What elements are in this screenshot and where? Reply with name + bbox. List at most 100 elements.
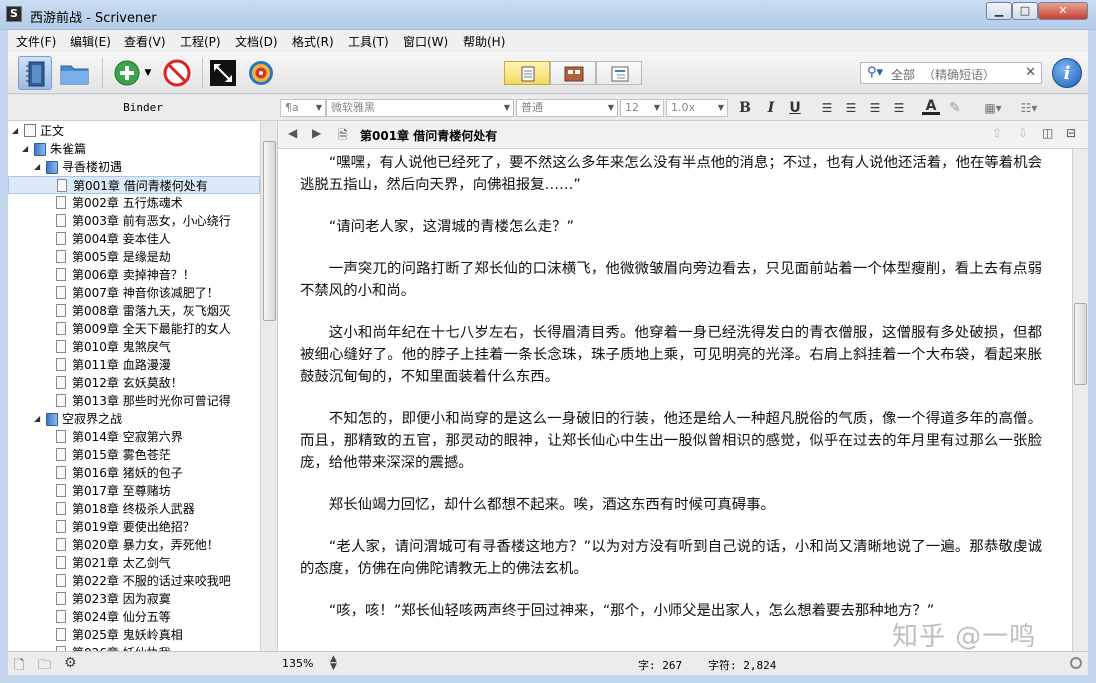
bold-button[interactable]: B	[736, 99, 754, 117]
clear-search-icon[interactable]: ✕	[1025, 65, 1036, 80]
binder-toggle-button[interactable]	[18, 56, 52, 90]
menu-view[interactable]: 查看(V)	[124, 33, 166, 50]
binder-item-chapter[interactable]: 第021章 太乙剑气	[8, 554, 260, 572]
editor-paragraph[interactable]: 一声突兀的问路打断了郑长仙的口沫横飞，他微微皱眉向旁边看去，只见面前站着一个体型…	[300, 258, 1042, 302]
font-size-select[interactable]: 12 ▼	[620, 99, 664, 117]
binder-item-chapter[interactable]: 第010章 鬼煞戾气	[8, 338, 260, 356]
binder-scroll-thumb[interactable]	[263, 141, 276, 321]
add-document-button[interactable]	[110, 56, 144, 90]
text-editor[interactable]: “嘿嘿，有人说他已经死了，要不然这么多年来怎么没有半点他的消息；不过，也有人说他…	[278, 149, 1072, 651]
search-field[interactable]: ⚲▾ 全部 （精确短语） ✕	[860, 62, 1042, 84]
editor-paragraph[interactable]: “嘿嘿，有人说他已经死了，要不然这么多年来怎么没有半点他的消息；不过，也有人说他…	[300, 152, 1042, 196]
binder-scrollbar[interactable]	[260, 121, 277, 651]
maximize-button[interactable]: □	[1012, 2, 1038, 20]
inspector-info-button[interactable]: i	[1052, 58, 1082, 88]
new-item-icon[interactable]: 🗋	[14, 656, 24, 678]
search-icon[interactable]: ⚲▾	[867, 65, 883, 80]
back-arrow-icon[interactable]: ◀	[288, 126, 297, 140]
binder-item-chapter[interactable]: 第023章 因为寂寞	[8, 590, 260, 608]
binder-item-chapter[interactable]: 第009章 全天下最能打的女人	[8, 320, 260, 338]
editor-paragraph[interactable]: 郑长仙竭力回忆，却什么都想不起来。唉，酒这东西有时候可真碍事。	[300, 494, 1042, 516]
table-icon[interactable]: ▦▾	[978, 99, 1008, 117]
align-left-icon[interactable]: ☰	[818, 99, 836, 117]
line-spacing-select[interactable]: 1.0x ▼	[666, 99, 728, 117]
list-icon[interactable]: ☷▾	[1014, 99, 1044, 117]
binder-item-chapter[interactable]: 第015章 雾色苍茫	[8, 446, 260, 464]
binder-item-chapter[interactable]: 第024章 仙分五等	[8, 608, 260, 626]
menu-window[interactable]: 窗口(W)	[403, 33, 448, 50]
close-button[interactable]: ✕	[1038, 2, 1088, 20]
editor-content[interactable]: “嘿嘿，有人说他已经死了，要不然这么多年来怎么没有半点他的消息；不过，也有人说他…	[300, 152, 1042, 642]
binder-item-chapter[interactable]: 第018章 终极杀人武器	[8, 500, 260, 518]
target-icon[interactable]	[1070, 657, 1082, 669]
disclosure-triangle-icon[interactable]: ◢	[34, 158, 40, 176]
editor-paragraph[interactable]: “老人家，请问渭城可有寻香楼这地方？”以为对方没有听到自己说的话，小和尚又清晰地…	[300, 536, 1042, 580]
menu-document[interactable]: 文档(D)	[235, 33, 278, 50]
menu-file[interactable]: 文件(F)	[16, 33, 56, 50]
binder-item-chapter[interactable]: 第026章 妖仙执我	[8, 644, 260, 651]
align-right-icon[interactable]: ☰	[890, 99, 908, 117]
binder-item-chapter[interactable]: 第007章 神音你该减肥了！	[8, 284, 260, 302]
forward-arrow-icon[interactable]: ▶	[312, 126, 321, 140]
editor-scrollbar[interactable]	[1072, 149, 1088, 651]
gear-icon[interactable]: ⚙	[64, 655, 77, 671]
align-justify-icon[interactable]: ☰	[866, 99, 884, 117]
binder-item-chapter[interactable]: 第019章 要使出绝招？	[8, 518, 260, 536]
binder-item-part[interactable]: ◢ 朱雀篇	[8, 140, 260, 158]
binder-item-folder[interactable]: ◢ 寻香楼初遇	[8, 158, 260, 176]
binder-item-chapter[interactable]: 第002章 五行炼魂术	[8, 194, 260, 212]
menu-project[interactable]: 工程(P)	[180, 33, 221, 50]
down-arrow-icon[interactable]: ⇩	[1018, 126, 1028, 140]
disclosure-triangle-icon[interactable]: ◢	[12, 122, 18, 140]
binder-item-chapter[interactable]: 第006章 卖掉神音？！	[8, 266, 260, 284]
binder-item-chapter[interactable]: 第005章 是缘是劫	[8, 248, 260, 266]
binder-item-chapter[interactable]: 第025章 鬼妖岭真相	[8, 626, 260, 644]
binder-item-chapter[interactable]: 第022章 不服的话过来咬我吧	[8, 572, 260, 590]
disclosure-triangle-icon[interactable]: ◢	[22, 140, 28, 158]
binder-item-chapter[interactable]: 第011章 血路漫漫	[8, 356, 260, 374]
binder-item-folder[interactable]: ◢ 空寂界之战	[8, 410, 260, 428]
menu-tools[interactable]: 工具(T)	[348, 33, 389, 50]
menu-edit[interactable]: 编辑(E)	[70, 33, 111, 50]
composition-mode-button[interactable]	[206, 56, 240, 90]
binder-item-chapter[interactable]: 第008章 雷落九天，灰飞烟灭	[8, 302, 260, 320]
font-weight-select[interactable]: 普通 ▼	[516, 99, 618, 117]
underline-button[interactable]: U	[786, 99, 804, 117]
new-folder-icon[interactable]: 🗀	[38, 656, 51, 678]
binder-item-chapter[interactable]: 第014章 空寂第六界	[8, 428, 260, 446]
binder-item-chapter[interactable]: 第020章 暴力女，弄死他！	[8, 536, 260, 554]
editor-scroll-thumb[interactable]	[1074, 303, 1087, 385]
zoom-stepper-icon[interactable]: ▲ ▼	[330, 655, 337, 672]
menu-help[interactable]: 帮助(H)	[463, 33, 505, 50]
binder-item-chapter[interactable]: 第016章 猪妖的包子	[8, 464, 260, 482]
binder-item-chapter[interactable]: 第001章 借问青楼何处有	[8, 176, 260, 194]
editor-paragraph[interactable]: 不知怎的，即便小和尚穿的是这么一身破旧的行装，他还是给人一种超凡脱俗的气质，像一…	[300, 408, 1042, 474]
up-arrow-icon[interactable]: ⇧	[992, 126, 1002, 140]
menu-format[interactable]: 格式(R)	[292, 33, 334, 50]
align-center-icon[interactable]: ☰	[842, 99, 860, 117]
split-horizontal-icon[interactable]: ⊟	[1066, 126, 1076, 140]
highlight-icon[interactable]: ✎	[946, 99, 964, 117]
zoom-level[interactable]: 135%	[282, 657, 313, 670]
binder-item-chapter[interactable]: 第003章 前有恶女，小心绕行	[8, 212, 260, 230]
editor-paragraph[interactable]: “请问老人家，这渭城的青楼怎么走？”	[300, 216, 1042, 238]
minimize-button[interactable]: ▁	[986, 2, 1012, 20]
editor-document-title[interactable]: 第001章 借问青楼何处有	[360, 127, 497, 144]
split-vertical-icon[interactable]: ◫	[1042, 126, 1053, 140]
font-family-select[interactable]: 微软雅黑 ▼	[326, 99, 514, 117]
add-menu-dropdown[interactable]: ▼	[142, 56, 154, 90]
binder-item-chapter[interactable]: 第013章 那些时光你可曾记得	[8, 392, 260, 410]
scrivenings-view-button[interactable]	[504, 61, 550, 85]
paragraph-style-select[interactable]: ¶a ▼	[280, 99, 326, 117]
project-targets-button[interactable]	[244, 56, 278, 90]
corkboard-view-button[interactable]	[550, 61, 596, 85]
delete-button[interactable]	[160, 56, 194, 90]
disclosure-triangle-icon[interactable]: ◢	[34, 410, 40, 428]
italic-button[interactable]: I	[762, 99, 780, 117]
scrivener-app-icon[interactable]: S	[6, 6, 22, 22]
text-color-icon[interactable]: A	[922, 99, 940, 115]
collections-button[interactable]	[58, 56, 92, 90]
binder-item-draft[interactable]: ◢ 正文	[8, 122, 260, 140]
editor-paragraph[interactable]: 这小和尚年纪在十七八岁左右，长得眉清目秀。他穿着一身已经洗得发白的青衣僧服，这僧…	[300, 322, 1042, 388]
outliner-view-button[interactable]	[596, 61, 642, 85]
